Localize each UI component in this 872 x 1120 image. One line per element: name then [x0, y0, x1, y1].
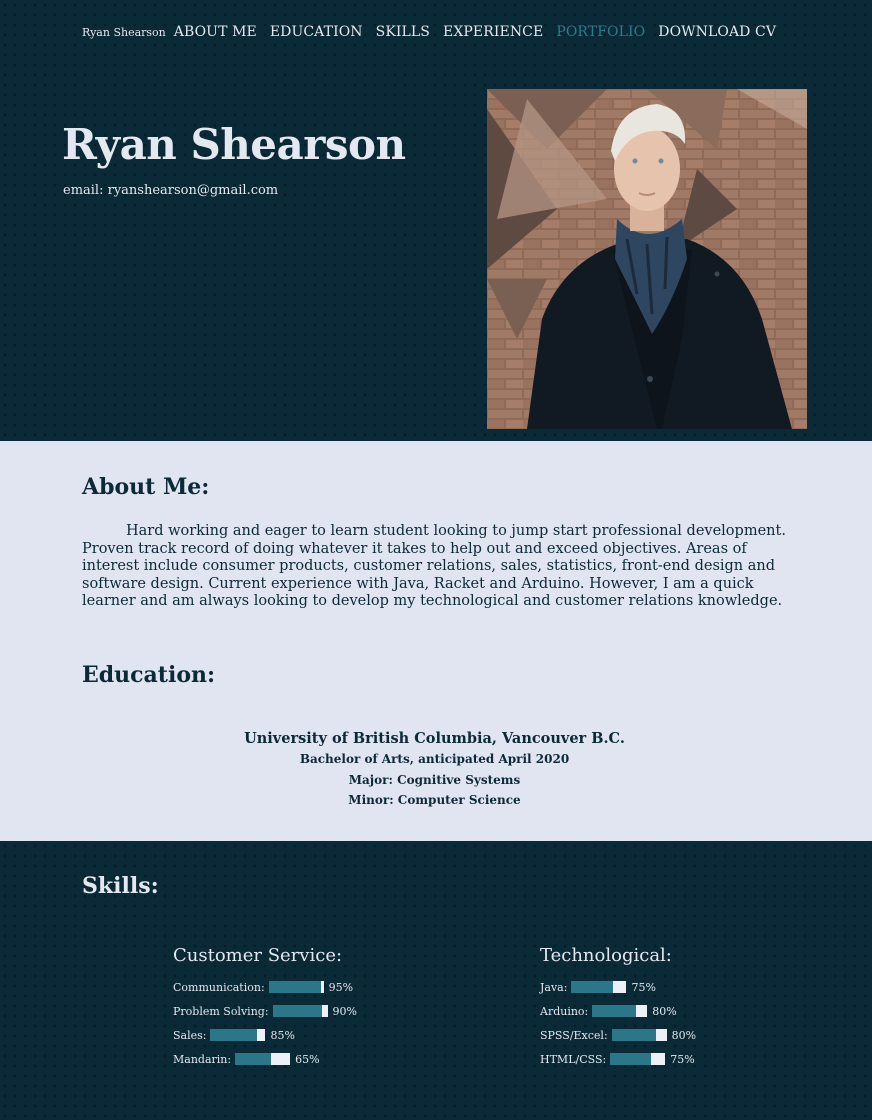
skill-bar	[571, 981, 627, 993]
skill-bar	[210, 1029, 266, 1041]
skill-percent: 75%	[631, 980, 656, 994]
nav-brand[interactable]: Ryan Shearson	[82, 26, 166, 39]
skill-label: Arduino:	[540, 1004, 589, 1018]
top-nav: Ryan Shearson ABOUT ME EDUCATION SKILLS …	[82, 24, 789, 44]
skill-bar	[610, 1053, 666, 1065]
skill-label: Communication:	[173, 980, 265, 994]
customer-service-skills: Customer Service: Communication: 95% Pro…	[173, 945, 357, 1071]
skill-java: Java: 75%	[540, 975, 696, 999]
skill-percent: 80%	[671, 1028, 697, 1042]
customer-service-title: Customer Service:	[173, 945, 343, 966]
skill-arduino: Arduino: 80%	[540, 999, 696, 1023]
skill-label: SPSS/Excel:	[540, 1028, 608, 1042]
skill-html-css: HTML/CSS: 75%	[540, 1047, 696, 1071]
nav-item-experience[interactable]: EXPERIENCE	[443, 24, 543, 40]
hero-name: Ryan Shearson	[62, 120, 406, 169]
skill-label: Sales:	[173, 1028, 207, 1042]
nav-item-download-cv[interactable]: DOWNLOAD CV	[658, 24, 776, 40]
skill-percent: 95%	[328, 980, 354, 994]
skill-percent: 75%	[670, 1052, 695, 1066]
skill-sales: Sales: 85%	[173, 1023, 357, 1047]
skill-bar	[272, 1005, 328, 1017]
skill-label: Mandarin:	[173, 1052, 232, 1066]
technological-title: Technological:	[540, 945, 672, 966]
skill-percent: 85%	[270, 1028, 295, 1042]
profile-photo	[487, 89, 807, 429]
education-minor: Minor: Computer Science	[348, 793, 521, 807]
skill-percent: 65%	[295, 1052, 320, 1066]
education-major: Major: Cognitive Systems	[348, 772, 521, 787]
hero-section: Ryan Shearson ABOUT ME EDUCATION SKILLS …	[0, 0, 872, 441]
technological-skills: Technological: Java: 75% Arduino: 80% SP…	[540, 945, 696, 1071]
skill-label: HTML/CSS:	[540, 1052, 607, 1066]
skill-label: Problem Solving:	[173, 1004, 269, 1018]
education-entry: University of British Columbia, Vancouve…	[0, 729, 869, 811]
skill-percent: 90%	[332, 1004, 357, 1018]
skill-bar	[611, 1029, 667, 1041]
about-paragraph: Hard working and eager to learn student …	[82, 523, 786, 610]
education-degree: Bachelor of Arts, anticipated April 2020	[299, 752, 570, 766]
nav-item-skills[interactable]: SKILLS	[376, 24, 430, 40]
hero-email[interactable]: email: ryanshearson@gmail.com	[63, 183, 278, 198]
education-heading: Education:	[82, 662, 216, 688]
skill-label: Java:	[540, 980, 568, 994]
about-heading: About Me:	[82, 474, 210, 500]
skill-spss-excel: SPSS/Excel: 80%	[540, 1023, 696, 1047]
skill-communication: Communication: 95%	[173, 975, 357, 999]
education-school: University of British Columbia, Vancouve…	[244, 730, 625, 747]
skill-mandarin: Mandarin: 65%	[173, 1047, 357, 1071]
nav-item-portfolio[interactable]: PORTFOLIO	[556, 24, 645, 40]
nav-item-education[interactable]: EDUCATION	[270, 24, 363, 40]
skill-bar	[235, 1053, 291, 1065]
skills-heading: Skills:	[82, 873, 159, 899]
nav-item-about-me[interactable]: ABOUT ME	[174, 24, 257, 40]
skill-percent: 80%	[652, 1004, 677, 1018]
skill-bar	[268, 981, 324, 993]
skill-bar	[592, 1005, 648, 1017]
skill-problem-solving: Problem Solving: 90%	[173, 999, 357, 1023]
